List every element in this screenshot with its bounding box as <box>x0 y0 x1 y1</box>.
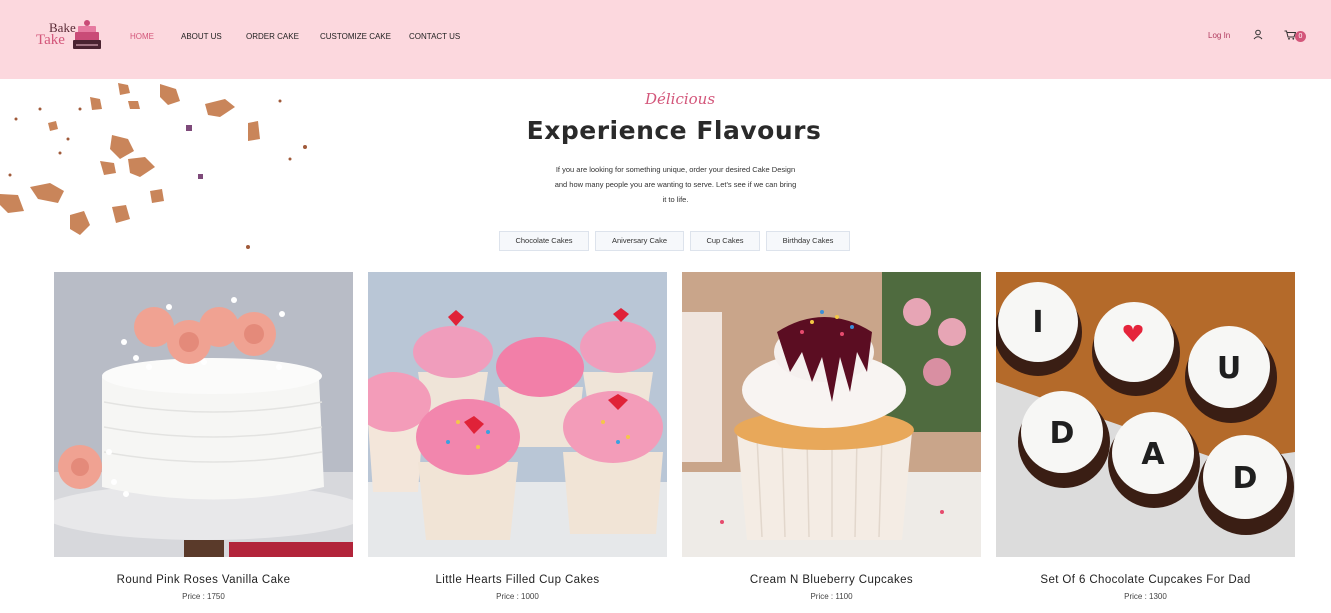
tab-anniversary-cake[interactable]: Aniversary Cake <box>595 231 684 251</box>
product-price: Price : 1000 <box>496 592 539 601</box>
cupcake-letter: D <box>1233 461 1258 496</box>
login-link[interactable]: Log In <box>1208 31 1230 40</box>
tab-chocolate-cakes[interactable]: Chocolate Cakes <box>499 231 589 251</box>
cake-logo-icon <box>73 20 101 49</box>
cupcake-letter: U <box>1217 351 1241 386</box>
product-image-blueberry-cupcakes[interactable] <box>682 272 981 557</box>
brand-line-2: Take <box>36 32 65 48</box>
hero-title: Experience Flavours <box>526 116 822 145</box>
brand-logo[interactable]: Bake Take <box>34 18 104 54</box>
product-price: Price : 1300 <box>1124 592 1167 601</box>
product-card[interactable]: Cream N Blueberry Cupcakes Price : 1100 <box>682 272 981 601</box>
cupcake-letter: I <box>1032 305 1043 340</box>
cart-count-badge: 0 <box>1295 31 1306 42</box>
product-card[interactable]: Little Hearts Filled Cup Cakes Price : 1… <box>368 272 667 601</box>
nav-about-us[interactable]: ABOUT US <box>181 32 222 41</box>
hero-script-label: Délicious <box>644 90 716 108</box>
product-price: Price : 1750 <box>182 592 225 601</box>
product-card[interactable]: I U D A D Set Of 6 Chocolate Cupcakes Fo… <box>996 272 1295 601</box>
cake-crumbs-decoration <box>0 83 307 249</box>
hero-description: If you are looking for something unique,… <box>554 165 797 204</box>
product-price: Price : 1100 <box>810 592 853 601</box>
product-name[interactable]: Little Hearts Filled Cup Cakes <box>368 574 667 586</box>
nav-contact-us[interactable]: CONTACT US <box>409 32 460 41</box>
tab-birthday-cakes[interactable]: Birthday Cakes <box>766 231 850 251</box>
product-image-hearts-cupcakes[interactable] <box>368 272 667 557</box>
product-image-vanilla-cake[interactable] <box>54 272 353 557</box>
product-image-dad-cupcakes[interactable]: I U D A D <box>996 272 1295 557</box>
tab-cup-cakes[interactable]: Cup Cakes <box>690 231 760 251</box>
nav-order-cake[interactable]: ORDER CAKE <box>246 32 299 41</box>
site-header: Bake Take HOME ABOUT US ORDER CAKE CUSTO… <box>0 0 1331 79</box>
nav-customize-cake[interactable]: CUSTOMIZE CAKE <box>320 32 391 41</box>
product-name[interactable]: Set Of 6 Chocolate Cupcakes For Dad <box>996 574 1295 586</box>
user-icon[interactable] <box>1253 29 1263 41</box>
product-name[interactable]: Round Pink Roses Vanilla Cake <box>54 574 353 586</box>
product-name[interactable]: Cream N Blueberry Cupcakes <box>682 574 981 586</box>
product-card[interactable]: Round Pink Roses Vanilla Cake Price : 17… <box>54 272 353 601</box>
nav-home[interactable]: HOME <box>130 32 154 41</box>
cupcake-letter: A <box>1141 437 1165 472</box>
cupcake-letter: D <box>1050 416 1075 451</box>
